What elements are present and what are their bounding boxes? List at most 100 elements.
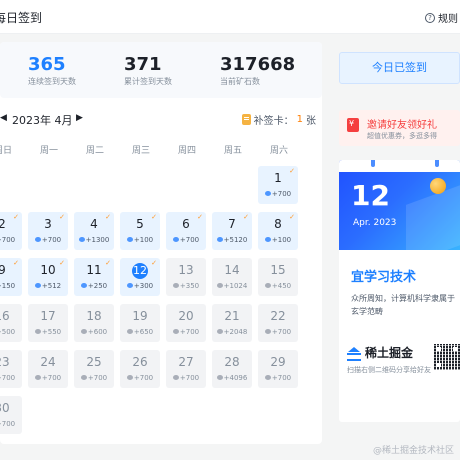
stat-total-value: 371 <box>124 54 162 75</box>
calendar-day-28[interactable]: 28 +4096 <box>212 350 252 388</box>
day-reward: +450 <box>258 282 298 291</box>
header-bar: 每日签到 ? 规则 <box>0 0 460 34</box>
calendar-pin-icon <box>371 160 375 167</box>
reward-value: +350 <box>179 282 200 290</box>
calendar-day-14[interactable]: 14 +1024 <box>212 258 252 296</box>
signed-check-icon: ✓ <box>289 213 295 221</box>
day-reward: +700 <box>166 374 206 383</box>
reward-value: +150 <box>0 282 16 290</box>
ore-icon <box>216 329 223 334</box>
calendar-day-15[interactable]: 15 +450 <box>258 258 298 296</box>
day-reward: +700 <box>0 420 22 429</box>
ore-icon <box>126 283 133 288</box>
calendar-day-29[interactable]: 29 +700 <box>258 350 298 388</box>
calendar-day-22[interactable]: 22 +700 <box>258 304 298 342</box>
ore-icon <box>172 283 179 288</box>
day-reward: +100 <box>120 236 160 245</box>
signin-button[interactable]: 今日已签到 <box>339 52 460 84</box>
calendar-day-9[interactable]: 9+150✓ <box>0 258 22 296</box>
calendar-day-4[interactable]: 4 +1300 ✓ <box>74 212 114 250</box>
signed-check-icon: ✓ <box>59 213 65 221</box>
calendar-day-17[interactable]: 17 +550 <box>28 304 68 342</box>
day-number: 18 <box>86 309 102 323</box>
ore-icon <box>264 191 271 196</box>
day-reward: +4096 <box>212 374 252 383</box>
today-badge: 12 <box>132 263 148 279</box>
calendar-day-30[interactable]: 30 +700 <box>0 396 22 434</box>
weekday-label: 周四 <box>177 146 196 156</box>
weekday-label: 周三 <box>131 146 150 156</box>
calendar-day-13[interactable]: 13 +350 <box>166 258 206 296</box>
calendar-day-12[interactable]: 12 +300 ✓ <box>120 258 160 296</box>
calendar-pin-icon <box>435 160 439 167</box>
calendar-day-21[interactable]: 21 +2048 <box>212 304 252 342</box>
calendar-illustration: 12 Apr. 2023 <box>339 160 460 250</box>
invite-banner[interactable]: 邀请好友领好礼 超值优惠券，多逛多得 <box>339 110 460 146</box>
day-number: 13 <box>178 263 194 277</box>
ore-icon <box>126 237 133 242</box>
reward-value: +700 <box>87 374 108 382</box>
ore-icon <box>172 237 179 242</box>
calendar-day-19[interactable]: 19 +650 <box>120 304 160 342</box>
calendar-day-11[interactable]: 11 +250 ✓ <box>74 258 114 296</box>
day-number: 16 <box>0 309 10 323</box>
calendar-day-26[interactable]: 26 +700 <box>120 350 160 388</box>
ore-icon <box>264 375 271 380</box>
chevron-left-icon[interactable]: ◀ <box>0 113 7 123</box>
rules-label: 规则 <box>438 14 458 25</box>
red-envelope-icon <box>347 118 359 132</box>
day-number: 22 <box>270 309 286 323</box>
calendar-day-18[interactable]: 18 +600 <box>74 304 114 342</box>
calendar-day-7[interactable]: 7 +5120 ✓ <box>212 212 252 250</box>
ore-icon <box>80 283 87 288</box>
stat-streak-value: 365 <box>28 54 66 75</box>
calendar-day-23[interactable]: 23 +700 <box>0 350 22 388</box>
stats-bar: 365 连续签到天数 371 累计签到天数 317668 当前矿石数 <box>0 42 322 98</box>
calendar-day-6[interactable]: 6 +700 ✓ <box>166 212 206 250</box>
day-reward: +350 <box>166 282 206 291</box>
reward-value: +700 <box>0 236 16 244</box>
calendar-day-3[interactable]: 3 +700 ✓ <box>28 212 68 250</box>
tip-title: 宜学习技术 <box>351 270 417 285</box>
watermark: @稀土掘金技术社区 <box>372 446 454 456</box>
makeup-unit: 张 <box>306 116 316 127</box>
calendar-day-27[interactable]: 27 +700 <box>166 350 206 388</box>
stat-ore-label: 当前矿石数 <box>220 77 260 86</box>
reward-value: +700 <box>179 236 200 244</box>
month-nav: ◀ 2023年 4月 ▶ 补签卡： 1 张 <box>0 110 322 130</box>
calendar-day-1[interactable]: 1 +700 ✓ <box>258 166 298 204</box>
reward-value: +1300 <box>85 236 110 244</box>
reward-value: +700 <box>0 420 16 428</box>
calendar-day-25[interactable]: 25 +700 <box>74 350 114 388</box>
day-reward: +550 <box>28 328 68 337</box>
makeup-card-counter[interactable]: 补签卡： 1 张 <box>241 112 316 127</box>
day-reward: +5120 <box>212 236 252 245</box>
stat-streak: 365 连续签到天数 <box>28 54 76 87</box>
calendar-day-10[interactable]: 10 +512 ✓ <box>28 258 68 296</box>
makeup-count: 1 <box>296 114 303 125</box>
calendar-day-8[interactable]: 8 +100 ✓ <box>258 212 298 250</box>
calendar-day-2[interactable]: 2+700✓ <box>0 212 22 250</box>
day-reward: +300 <box>120 282 160 291</box>
day-number: 15 <box>270 263 286 277</box>
question-icon: ? <box>425 12 435 23</box>
calendar-day-5[interactable]: 5 +100 ✓ <box>120 212 160 250</box>
chevron-right-icon[interactable]: ▶ <box>76 113 83 123</box>
page-title: 每日签到 <box>0 11 43 25</box>
stat-ore-value: 317668 <box>220 54 296 75</box>
calendar-day-16[interactable]: 16 +500 <box>0 304 22 342</box>
reward-value: +250 <box>87 282 108 290</box>
day-reward: +600 <box>74 328 114 337</box>
reward-value: +550 <box>41 328 62 336</box>
ore-icon <box>264 237 271 242</box>
day-number: 26 <box>132 355 148 369</box>
calendar-day-20[interactable]: 20 +700 <box>166 304 206 342</box>
day-number: 23 <box>0 355 10 369</box>
rules-link[interactable]: ? 规则 <box>425 10 458 25</box>
invite-title: 邀请好友领好礼 <box>367 120 437 131</box>
card-day: 12 <box>351 179 390 212</box>
weekday-label: 周二 <box>85 146 104 156</box>
reward-value: +4096 <box>223 374 248 382</box>
ore-icon <box>80 375 87 380</box>
calendar-day-24[interactable]: 24 +700 <box>28 350 68 388</box>
